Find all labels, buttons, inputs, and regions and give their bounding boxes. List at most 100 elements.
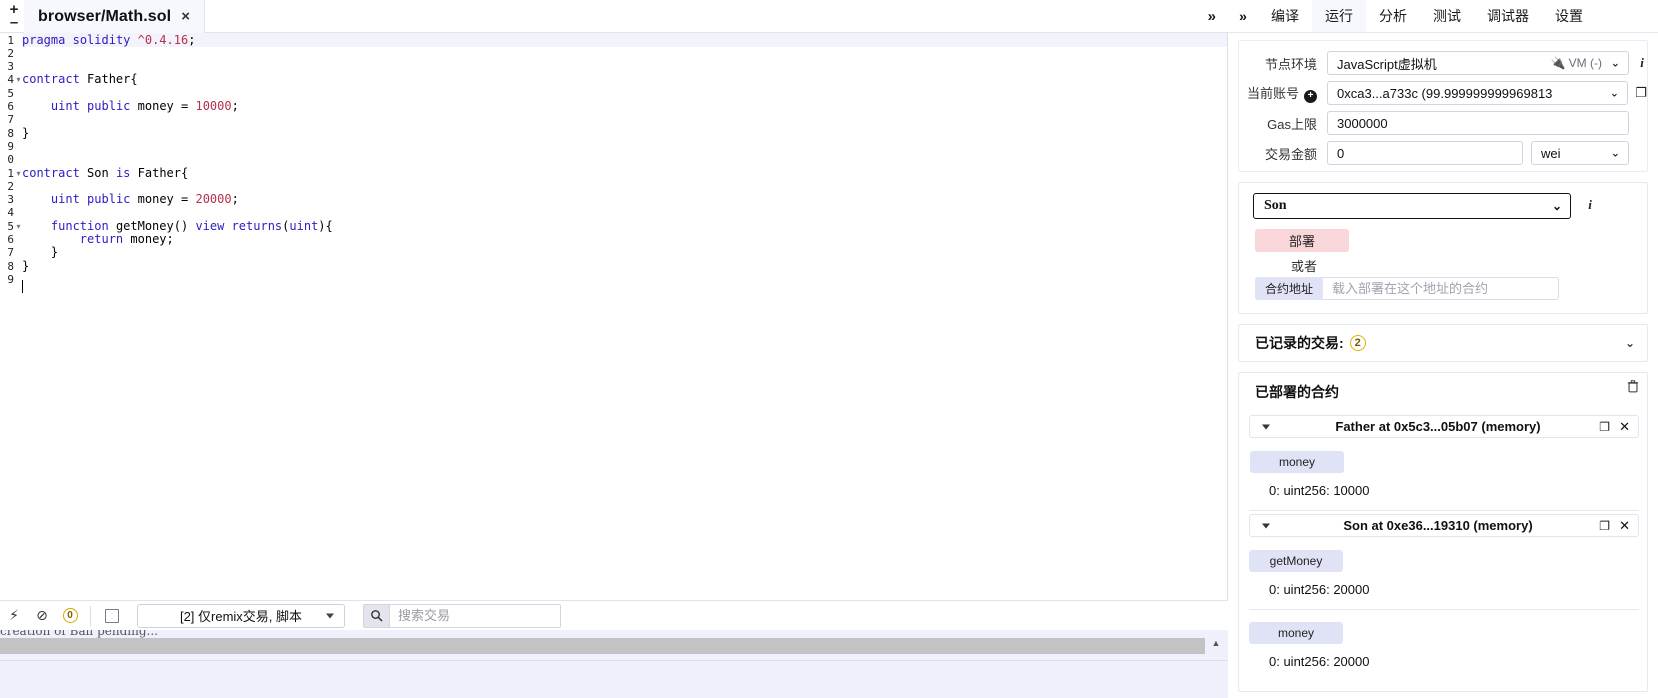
line-number: 6 (7, 233, 14, 246)
font-size-controls[interactable]: + – (6, 2, 22, 31)
code-editor[interactable]: 1 2 3 4 ▾ 5 6 7 8 9 0 1 ▾ 2 3 4 5 ▾ 6 7 8 9 pragma solidity ^… (0, 33, 1228, 600)
environment-info-icon[interactable]: i (1635, 55, 1649, 71)
copy-account-icon[interactable]: ❐ (1633, 85, 1649, 101)
function-button-money[interactable]: money (1250, 451, 1344, 473)
collapse-triangle-icon[interactable] (1262, 523, 1270, 528)
contract-info-icon[interactable]: i (1583, 197, 1597, 213)
at-address-row: 合约地址 (1255, 277, 1559, 300)
chevron-down-icon: ⌄ (1610, 57, 1620, 70)
function-result: 0: uint256: 20000 (1269, 582, 1370, 597)
instance-function-row: getMoney (1249, 550, 1639, 572)
function-result: 0: uint256: 10000 (1269, 483, 1370, 498)
deploy-button[interactable]: 部署 (1255, 229, 1349, 252)
copy-address-icon[interactable]: ❐ (1599, 519, 1610, 533)
close-icon[interactable]: ✕ (1619, 419, 1630, 435)
function-button-money[interactable]: money (1249, 622, 1343, 644)
account-row: 当前账号 + 0xca3...a733c (99.999999999969813 … (1239, 79, 1649, 107)
value-row: 交易金额 wei ⌄ i (1239, 139, 1649, 167)
instance-function-row: money (1249, 451, 1639, 473)
copy-address-icon[interactable]: ❐ (1599, 420, 1610, 434)
code-line: function getMoney() view returns(uint){ (50, 218, 333, 233)
add-account-icon[interactable]: + (1304, 89, 1317, 103)
environment-row: 节点环境 JavaScript虚拟机 🔌 VM (-) ⌄ i (1239, 49, 1649, 77)
editor-tabbar: + – browser/Math.sol × » (0, 0, 1228, 33)
file-tab-math-sol[interactable]: browser/Math.sol × (24, 0, 205, 33)
environment-value: JavaScript虚拟机 (1337, 56, 1437, 72)
line-number: 1 (7, 166, 14, 180)
value-unit-select[interactable]: wei ⌄ (1531, 141, 1629, 165)
code-line: contract Son is Father{ (22, 165, 189, 180)
tab-settings[interactable]: 设置 (1542, 0, 1596, 32)
deployed-contracts-card: 已部署的合约 Father at 0x5c3...05b07 (memory) … (1238, 372, 1648, 692)
contract-select[interactable]: Son ⌄ (1253, 193, 1571, 219)
pending-icon[interactable]: ⚡ (0, 602, 28, 630)
gas-limit-input[interactable] (1327, 111, 1629, 135)
at-address-input[interactable] (1323, 277, 1559, 300)
tab-test[interactable]: 测试 (1420, 0, 1474, 32)
chevron-down-icon[interactable]: ⌄ (1625, 336, 1635, 350)
close-icon[interactable]: ✕ (1619, 518, 1630, 534)
instance-function-row: money (1249, 622, 1639, 644)
line-number: 2 (7, 179, 14, 193)
tab-analysis[interactable]: 分析 (1366, 0, 1420, 32)
toolbar-divider (90, 605, 91, 626)
scroll-up-icon[interactable]: ▲ (1209, 636, 1223, 650)
line-number: 1 (7, 33, 14, 47)
deploy-card: Son ⌄ i 部署 或者 合约地址 (1238, 182, 1648, 314)
code-line: uint public money = 20000; (50, 192, 239, 207)
deployed-contracts-header: 已部署的合约 (1239, 373, 1649, 405)
error-count-badge[interactable]: 0 (56, 602, 84, 630)
code-line: } (22, 125, 30, 140)
gas-limit-row: Gas上限 i (1239, 109, 1649, 137)
chevron-down-icon (326, 613, 334, 618)
transaction-filter-select[interactable]: [2] 仅remix交易, 脚本 (137, 603, 345, 628)
terminal-status-icons: ⚡ ⊘ 0 (0, 602, 84, 630)
line-number: 2 (7, 46, 14, 60)
no-entry-icon[interactable]: ⊘ (28, 602, 56, 630)
function-button-getmoney[interactable]: getMoney (1249, 550, 1343, 572)
at-address-button[interactable]: 合约地址 (1255, 277, 1323, 300)
account-select[interactable]: 0xca3...a733c (99.999999999969813 ⌄ (1327, 81, 1628, 105)
expand-panel-icon[interactable]: » (1208, 8, 1216, 25)
line-number: 8 (7, 259, 14, 273)
tab-run[interactable]: 运行 (1312, 0, 1366, 32)
panel-expand-icon[interactable]: » (1228, 0, 1258, 32)
contract-instance-son: Son at 0xe36...19310 (memory) ❐ ✕ getMon… (1249, 514, 1639, 669)
contract-select-value: Son (1264, 198, 1287, 213)
decrease-font-icon[interactable]: – (10, 15, 18, 30)
collapse-triangle-icon[interactable] (1262, 424, 1270, 429)
recorded-transactions-title: 已记录的交易: 2 (1255, 333, 1366, 353)
instance-header[interactable]: Son at 0xe36...19310 (memory) ❐ ✕ (1249, 514, 1639, 537)
line-number: 3 (7, 60, 14, 74)
environment-card: 节点环境 JavaScript虚拟机 🔌 VM (-) ⌄ i 当前账号 + 0… (1238, 40, 1648, 172)
active-line-highlight (22, 33, 1227, 47)
recorded-transactions-label: 已记录的交易: (1255, 335, 1344, 351)
tab-debugger[interactable]: 调试器 (1474, 0, 1542, 32)
vm-status: 🔌 VM (-) (1551, 56, 1602, 70)
line-number: 6 (7, 100, 14, 113)
environment-select[interactable]: JavaScript虚拟机 🔌 VM (-) ⌄ (1327, 51, 1629, 75)
instance-title: Father at 0x5c3...05b07 (memory) (1335, 419, 1541, 434)
line-number: 9 (7, 272, 14, 286)
account-label-text: 当前账号 (1246, 86, 1299, 102)
horizontal-scrollbar[interactable] (0, 638, 1205, 654)
line-number: 5 (7, 219, 14, 233)
code-line: contract Father{ (22, 72, 138, 87)
search-icon[interactable] (363, 603, 389, 628)
recorded-transactions-card[interactable]: 已记录的交易: 2 ⌄ (1238, 324, 1648, 362)
divider (1249, 609, 1639, 610)
tab-compile[interactable]: 编译 (1258, 0, 1312, 32)
value-input[interactable] (1327, 141, 1523, 165)
close-icon[interactable]: × (181, 9, 190, 24)
search-input[interactable] (389, 603, 561, 628)
line-number: 7 (7, 113, 14, 127)
trash-icon[interactable] (1627, 380, 1639, 396)
instance-header[interactable]: Father at 0x5c3...05b07 (memory) ❐ ✕ (1249, 415, 1639, 438)
toolbar-checkbox[interactable] (105, 608, 119, 623)
line-number: 8 (7, 126, 14, 140)
